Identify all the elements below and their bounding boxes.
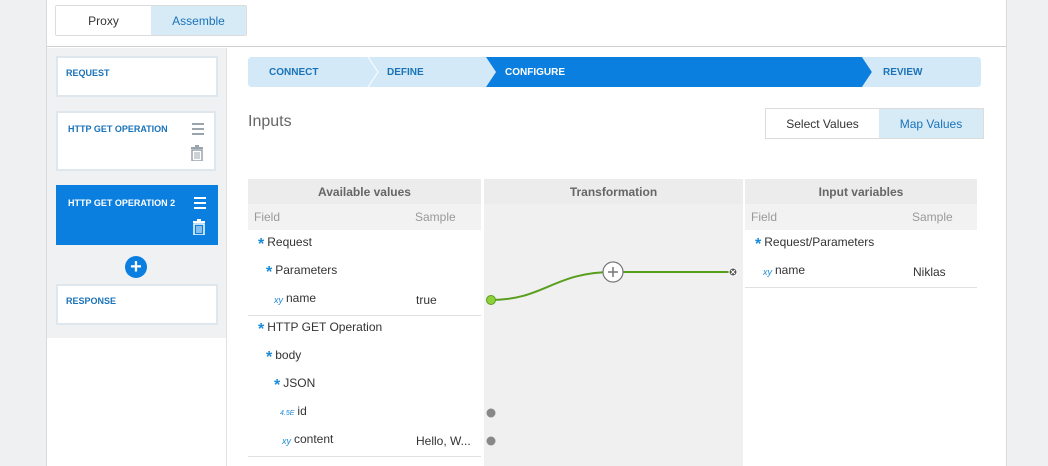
sample-column-label: Sample <box>415 210 456 224</box>
inputs-title: Inputs <box>248 113 292 130</box>
step-connect[interactable]: CONNECT <box>269 57 318 87</box>
transformation-canvas[interactable] <box>484 204 743 466</box>
tree-row-request-parameters[interactable]: * Request/Parameters <box>755 228 874 256</box>
connector-dot-id <box>486 408 496 418</box>
select-values-button[interactable]: Select Values <box>766 109 879 138</box>
field-column-label: Field <box>254 210 281 224</box>
string-type-icon: xy <box>763 267 772 277</box>
sample-value: Niklas <box>913 265 946 279</box>
sample-value: Hello, W... <box>416 434 471 448</box>
row-divider <box>745 287 977 288</box>
tree-row-content[interactable]: xy content <box>282 425 333 453</box>
number-type-icon: 4.5E <box>280 409 295 417</box>
operations-panel: REQUEST HTTP GET OPERATION HTTP GET OPER… <box>47 48 227 338</box>
step-define[interactable]: DEFINE <box>387 57 424 87</box>
unmapped-connectors <box>486 408 496 446</box>
step-configure[interactable]: CONFIGURE <box>505 57 565 87</box>
mode-toggle: Proxy Assemble <box>55 5 247 36</box>
string-type-icon: xy <box>282 436 291 446</box>
input-variables-header: Input variables <box>745 179 977 204</box>
top-toolbar: Proxy Assemble <box>47 0 1006 47</box>
operation-label: HTTP GET OPERATION <box>68 124 168 134</box>
trash-icon[interactable] <box>190 145 204 161</box>
hamburger-menu-icon[interactable] <box>194 197 206 212</box>
row-divider <box>248 456 481 457</box>
request-label: REQUEST <box>66 68 110 78</box>
left-panel-empty <box>47 338 227 466</box>
tree-row-parameters[interactable]: * Parameters <box>266 256 337 284</box>
field-column-label: Field <box>751 210 778 224</box>
tree-row-body[interactable]: * body <box>266 341 301 369</box>
operation-card-1[interactable]: HTTP GET OPERATION <box>56 111 216 171</box>
tree-row-http-get-operation[interactable]: * HTTP GET Operation <box>258 313 382 341</box>
operation-label: HTTP GET OPERATION 2 <box>68 198 176 208</box>
add-transformation-icon[interactable] <box>602 261 624 283</box>
trash-icon[interactable] <box>192 219 206 235</box>
tree-row-request[interactable]: * Request <box>258 228 312 256</box>
operation-card-2[interactable]: HTTP GET OPERATION 2 <box>56 185 218 245</box>
asterisk-icon: * <box>266 349 273 366</box>
string-type-icon: xy <box>274 295 283 305</box>
asterisk-icon: * <box>755 236 762 253</box>
response-card[interactable]: RESPONSE <box>56 284 218 325</box>
assemble-tab[interactable]: Assemble <box>151 6 246 35</box>
asterisk-icon: * <box>258 321 265 338</box>
value-mode-toggle: Select Values Map Values <box>765 108 984 139</box>
map-values-button[interactable]: Map Values <box>879 109 983 138</box>
asterisk-icon: * <box>274 377 281 394</box>
sample-column-label: Sample <box>912 210 953 224</box>
tree-row-name-target[interactable]: xy name <box>763 256 805 284</box>
response-label: RESPONSE <box>66 296 117 306</box>
input-vars-subheader: Field Sample <box>745 204 977 230</box>
connector-dot-content <box>486 436 496 446</box>
wizard-steps <box>248 57 981 87</box>
proxy-tab[interactable]: Proxy <box>56 6 151 35</box>
available-values-header: Available values <box>248 179 481 204</box>
transformation-header: Transformation <box>484 179 743 204</box>
add-operation-icon[interactable]: + <box>125 256 147 278</box>
tree-row-json[interactable]: * JSON <box>274 369 315 397</box>
hamburger-menu-icon[interactable] <box>192 123 204 138</box>
step-review[interactable]: REVIEW <box>883 57 922 87</box>
sample-value: true <box>416 293 437 307</box>
tree-row-name[interactable]: xy name <box>274 284 316 312</box>
app-frame: Proxy Assemble REQUEST HTTP GET OPERATIO… <box>46 0 1007 466</box>
tree-row-id[interactable]: 4.5E id <box>280 397 307 425</box>
asterisk-icon: * <box>258 236 265 253</box>
request-card[interactable]: REQUEST <box>56 56 218 97</box>
available-subheader: Field Sample <box>248 204 481 230</box>
asterisk-icon: * <box>266 264 273 281</box>
